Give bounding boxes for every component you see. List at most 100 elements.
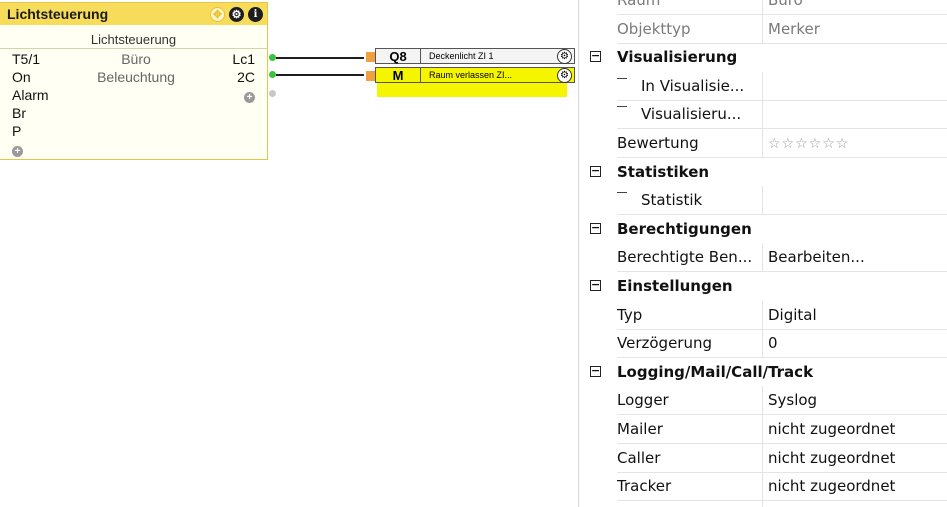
category-label: Einstellungen <box>617 277 733 295</box>
checkbox[interactable] <box>617 192 627 207</box>
block-room: Büro <box>121 51 151 67</box>
property-value[interactable]: nicht zugeordnet <box>762 444 947 473</box>
input-br[interactable]: Br <box>12 104 49 122</box>
property-label: Caller <box>617 443 763 473</box>
property-label: Logger <box>617 386 763 416</box>
output-port-lc1[interactable] <box>269 54 276 61</box>
object-name: Deckenlicht ZI 1 <box>429 51 494 61</box>
property-value[interactable] <box>762 100 947 130</box>
input-p[interactable]: P <box>12 122 49 140</box>
star-rating[interactable]: ☆☆☆☆☆☆ <box>768 136 849 152</box>
output-port-empty[interactable] <box>269 90 276 97</box>
property-label: Verzögerung <box>617 329 763 359</box>
property-label: Objekttyp <box>617 14 763 44</box>
output-2c[interactable]: 2C <box>232 68 255 86</box>
function-block-lichtsteuerung[interactable]: Lichtsteuerung ✥ ⚙ i Lichtsteuerung T5/1… <box>0 2 268 160</box>
property-value[interactable] <box>762 72 947 101</box>
connection-line-m[interactable] <box>276 74 364 76</box>
property-value[interactable]: Bearbeiten... <box>762 243 947 273</box>
property-label-text: Objekttyp <box>617 19 691 38</box>
object-m[interactable]: M Raum verlassen ZI... ⚙ <box>366 67 575 83</box>
property-value[interactable]: nicht zugeordnet <box>762 472 947 502</box>
category-berechtigungen[interactable]: − Berechtigungen <box>579 215 947 244</box>
input-t5[interactable]: T5/1 <box>12 50 49 68</box>
property-grid: Raum Büro Objekttyp Merker − Visualisierung In… <box>579 0 947 507</box>
block-function: Beleuchtung <box>97 69 175 85</box>
gear-icon[interactable]: ⚙ <box>229 6 244 22</box>
property-value[interactable]: Digital <box>762 301 947 330</box>
category-einstellungen[interactable]: − Einstellungen <box>579 272 947 301</box>
property-row-in-visualisie[interactable]: In Visualisie... <box>579 71 947 101</box>
property-row-visualisieru[interactable]: Visualisieru... <box>579 100 947 130</box>
property-label: Berechtigte Ben... <box>617 243 763 273</box>
property-row-typ[interactable]: Typ Digital <box>579 300 947 330</box>
connector-tab <box>366 71 375 81</box>
move-icon[interactable]: ✥ <box>210 6 225 22</box>
property-label: Tracker <box>617 472 763 502</box>
connection-line-q8[interactable] <box>276 57 364 59</box>
gear-icon[interactable]: ⚙ <box>557 67 572 83</box>
input-alarm[interactable]: Alarm <box>12 86 49 104</box>
category-visualisierung[interactable]: − Visualisierung <box>579 43 947 72</box>
property-value-text: 0 <box>768 334 778 353</box>
block-names: Büro Beleuchtung <box>86 50 186 86</box>
property-row-verzögerung[interactable]: Verzögerung 0 <box>579 329 947 359</box>
category-statistiken[interactable]: − Statistiken <box>579 158 947 187</box>
collapse-icon[interactable]: − <box>590 279 601 291</box>
property-row-berechtigte-ben[interactable]: Berechtigte Ben... Bearbeiten... <box>579 243 947 273</box>
property-value[interactable] <box>762 501 947 507</box>
property-value[interactable] <box>762 186 947 216</box>
property-row-caller[interactable]: Caller nicht zugeordnet <box>579 443 947 473</box>
output-port-2c[interactable] <box>269 71 276 78</box>
property-value[interactable]: ☆☆☆☆☆☆ <box>762 129 947 158</box>
logic-canvas[interactable]: Lichtsteuerung ✥ ⚙ i Lichtsteuerung T5/1… <box>0 0 578 507</box>
object-q8[interactable]: Q8 Deckenlicht ZI 1 ⚙ <box>366 48 575 64</box>
property-value[interactable]: nicht zugeordnet <box>762 415 947 444</box>
output-lc1[interactable]: Lc1 <box>232 50 255 68</box>
collapse-icon[interactable]: − <box>590 222 601 234</box>
collapse-icon[interactable]: − <box>590 365 601 377</box>
property-label-text: Mailer <box>617 420 663 438</box>
checkbox[interactable] <box>617 106 627 121</box>
property-row-statistik[interactable]: Statistik <box>579 186 947 216</box>
category-label: Statistiken <box>617 162 710 181</box>
property-row-raum[interactable]: Raum Büro <box>579 0 947 15</box>
property-row-objekttyp[interactable]: Objekttyp Merker <box>579 14 947 44</box>
property-label: Mailer <box>617 415 763 444</box>
property-label: Typ <box>617 300 763 330</box>
function-block-header[interactable]: Lichtsteuerung ✥ ⚙ i <box>0 3 267 25</box>
property-label: Bewertung <box>617 129 763 158</box>
output-labels: Lc1 2C + <box>232 50 255 104</box>
category-logging-mail-call-track[interactable]: − Logging/Mail/Call/Track <box>579 358 947 387</box>
property-label-text: Typ <box>617 305 643 324</box>
input-on[interactable]: On <box>12 68 49 86</box>
collapse-icon[interactable]: − <box>590 50 601 63</box>
property-label-text: Bewertung <box>617 134 699 152</box>
property-row-bewertung[interactable]: Bewertung ☆☆☆☆☆☆ <box>579 129 947 158</box>
category-label: Visualisierung <box>617 48 738 67</box>
property-label: Statistik <box>617 186 763 216</box>
divider <box>0 48 267 49</box>
info-icon[interactable]: i <box>248 6 263 22</box>
property-label-text: Berechtigte Ben... <box>617 248 753 267</box>
add-output-icon[interactable]: + <box>244 92 255 103</box>
property-value-text: Büro <box>768 0 803 9</box>
property-label-text: Visualisieru... <box>641 105 742 124</box>
property-value[interactable]: Büro <box>762 0 947 15</box>
property-label-text: Caller <box>617 448 661 467</box>
collapse-icon[interactable]: − <box>590 165 601 177</box>
add-input-icon[interactable]: + <box>12 146 23 157</box>
property-row-meldung-bei-fl[interactable]: Meldung bei Fl... <box>579 500 947 507</box>
gear-icon[interactable]: ⚙ <box>557 48 572 64</box>
property-row-mailer[interactable]: Mailer nicht zugeordnet <box>579 415 947 444</box>
property-value-text: Bearbeiten... <box>768 248 865 267</box>
property-row-tracker[interactable]: Tracker nicht zugeordnet <box>579 472 947 502</box>
property-value[interactable]: Merker <box>762 15 947 44</box>
checkbox[interactable] <box>617 77 627 93</box>
category-label: Berechtigungen <box>617 219 752 238</box>
property-value-text: Digital <box>768 305 817 324</box>
property-value[interactable]: 0 <box>762 329 947 359</box>
property-value-text: Syslog <box>768 391 818 410</box>
property-row-logger[interactable]: Logger Syslog <box>579 386 947 416</box>
property-value[interactable]: Syslog <box>762 386 947 416</box>
